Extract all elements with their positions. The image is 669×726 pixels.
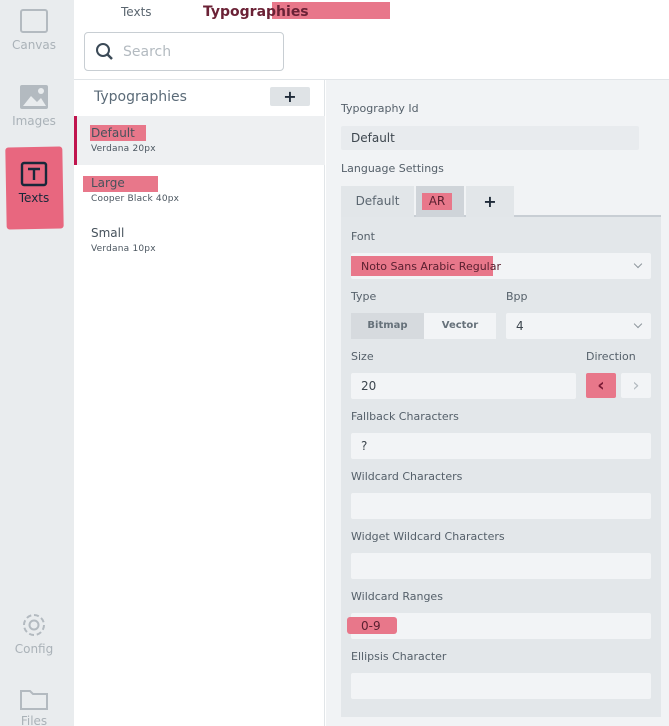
top-bar: Texts Typographies Search [74,0,669,80]
rail-label-files: Files [20,714,48,726]
rail-item-texts[interactable]: Texts [0,161,68,205]
list-item[interactable]: Small Verdana 10px [74,216,325,265]
chevron-down-icon [633,259,643,269]
typography-id-field[interactable]: Default [341,126,639,150]
wildcard-characters-field[interactable] [351,493,651,519]
wildcard-characters-label: Wildcard Characters [351,470,463,483]
tab-typographies[interactable]: Typographies [203,4,309,20]
left-rail: Canvas Images Texts Config Files [0,0,74,726]
font-value: Noto Sans Arabic Regular [361,260,501,273]
rail-item-canvas[interactable]: Canvas [0,8,68,52]
search-icon [96,43,113,60]
direction-ltr-button[interactable]: › [621,373,651,398]
wildcard-ranges-value: 0-9 [361,619,381,633]
ellipsis-character-field[interactable] [351,673,651,699]
rail-label-images: Images [12,114,56,128]
add-typography-button[interactable]: + [270,87,310,106]
ellipsis-character-label: Ellipsis Character [351,650,447,663]
search-placeholder: Search [123,44,172,60]
text-icon [20,161,48,187]
direction-label: Direction [586,350,636,363]
font-select[interactable]: Noto Sans Arabic Regular [351,253,651,279]
bpp-value: 4 [516,319,524,333]
type-vector-button[interactable]: Vector [424,313,496,339]
direction-rtl-button[interactable]: ‹ [586,373,616,398]
canvas-icon [20,9,48,33]
language-tabs: Default AR + [341,186,661,217]
search-box[interactable]: Search [84,32,284,71]
fallback-characters-label: Fallback Characters [351,410,459,423]
tab-language-default[interactable]: Default [341,186,414,217]
rail-item-images[interactable]: Images [0,84,68,128]
bpp-label: Bpp [506,290,528,303]
typography-details: Verdana 10px [91,244,156,254]
size-field[interactable]: 20 [351,373,576,399]
rail-label-texts: Texts [18,191,50,205]
typography-name: Large [91,176,125,190]
typography-details: Cooper Black 40px [91,194,180,204]
add-language-button[interactable]: + [466,186,514,217]
list-item[interactable]: Default Verdana 20px [74,116,325,165]
rail-item-files[interactable]: Files [0,686,68,726]
list-title: Typographies [94,89,187,105]
rail-label-config: Config [14,642,54,656]
rail-item-config[interactable]: Config [0,610,68,656]
fallback-characters-field[interactable]: ? [351,433,651,459]
language-settings-label: Language Settings [341,162,444,175]
rail-label-canvas: Canvas [11,38,57,52]
gear-icon [23,614,45,636]
typography-id-label: Typography Id [341,102,419,115]
chevron-down-icon [633,319,643,329]
tab-language-ar[interactable]: AR [416,186,464,217]
language-settings-panel: Font Noto Sans Arabic Regular Type Bitma… [341,217,661,717]
folder-icon [20,690,48,710]
type-label: Type [351,290,377,303]
list-item[interactable]: Large Cooper Black 40px [74,166,325,215]
widget-wildcard-characters-field[interactable] [351,553,651,579]
widget-wildcard-characters-label: Widget Wildcard Characters [351,530,505,543]
bpp-select[interactable]: 4 [506,313,651,339]
tab-texts[interactable]: Texts [121,5,152,19]
tab-ar-label: AR [422,193,452,210]
wildcard-ranges-field[interactable]: 0-9 [347,613,651,639]
properties-panel: Typography Id Default Language Settings … [326,80,669,726]
typography-list: Typographies + Default Verdana 20px Larg… [74,80,325,726]
image-icon [20,85,48,109]
wildcard-ranges-label: Wildcard Ranges [351,590,443,603]
typography-details: Verdana 20px [91,144,156,154]
type-bitmap-button[interactable]: Bitmap [351,313,424,339]
typography-name: Default [91,126,135,140]
font-label: Font [351,230,375,243]
typography-name: Small [91,226,125,240]
size-label: Size [351,350,374,363]
